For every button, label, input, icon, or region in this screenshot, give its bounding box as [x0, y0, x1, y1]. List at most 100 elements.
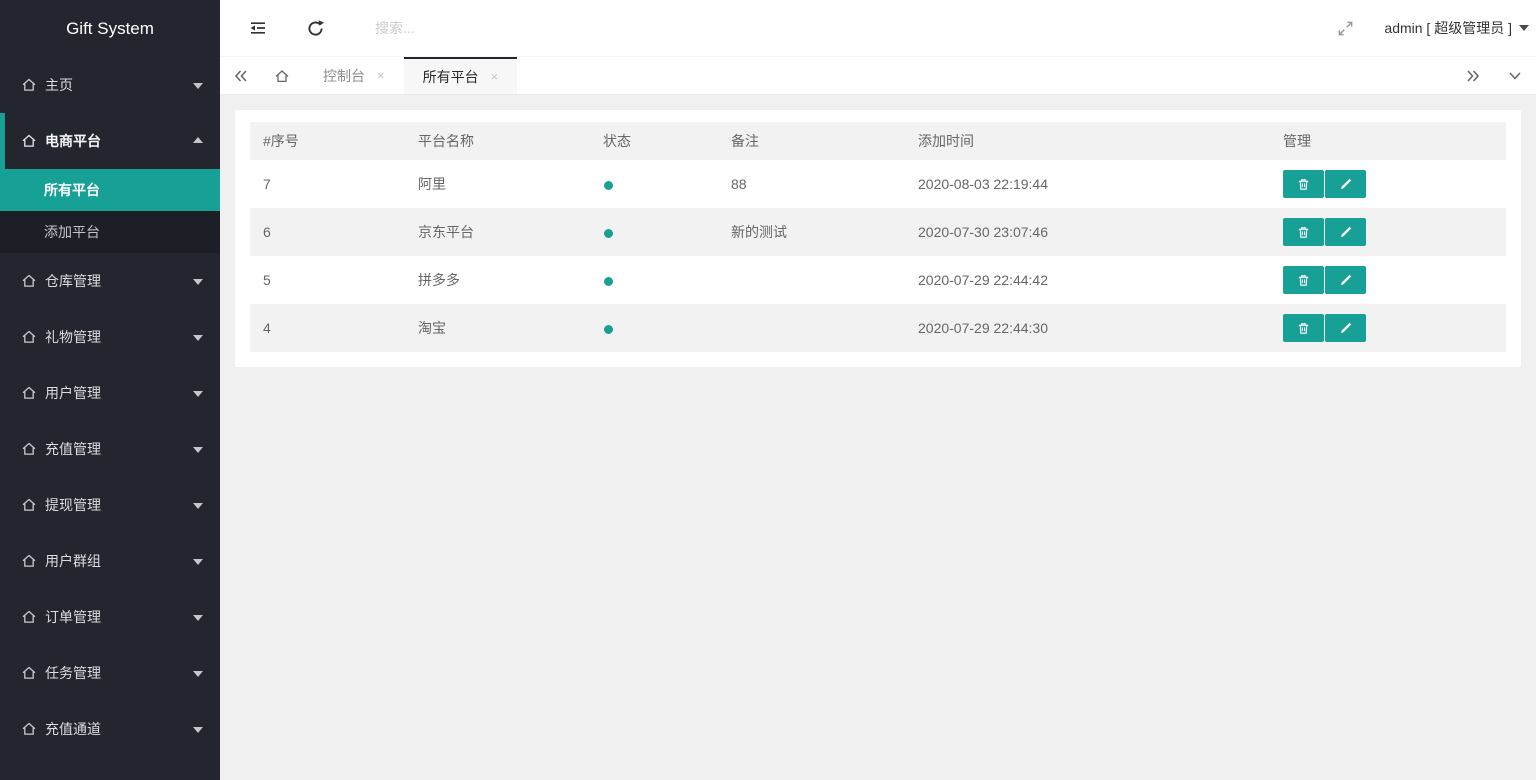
table-row: 5 拼多多 2020-07-29 22:44:42 — [250, 256, 1506, 304]
pencil-icon — [1339, 177, 1353, 191]
chevron-down-icon — [193, 279, 203, 285]
cell-platform-name: 淘宝 — [405, 304, 590, 352]
cell-status — [590, 160, 718, 208]
user-menu[interactable]: admin [ 超级管理员 ] — [1384, 18, 1536, 38]
chevron-down-icon — [193, 559, 203, 565]
cell-seq: 5 — [250, 256, 405, 304]
home-icon — [21, 78, 37, 93]
close-icon[interactable]: × — [491, 70, 499, 83]
sidebar-item-recharge-channel[interactable]: 充值通道 — [0, 701, 220, 757]
pencil-icon — [1339, 321, 1353, 335]
tab-home[interactable] — [260, 57, 304, 94]
sidebar-item-user-mgmt[interactable]: 用户管理 — [0, 365, 220, 421]
sidebar-item-gift-mgmt[interactable]: 礼物管理 — [0, 309, 220, 365]
sidebar-item-label: 仓库管理 — [45, 273, 101, 289]
sidebar-item-user-groups[interactable]: 用户群组 — [0, 533, 220, 589]
tabs-scroll-left-button[interactable] — [220, 57, 260, 94]
home-icon — [21, 610, 37, 625]
content-area: #序号 平台名称 状态 备注 添加时间 管理 7 阿里 88 2020-08- — [220, 95, 1536, 780]
edit-button[interactable] — [1325, 218, 1366, 246]
delete-button[interactable] — [1283, 170, 1324, 198]
status-dot — [604, 229, 613, 238]
sidebar-item-order-mgmt[interactable]: 订单管理 — [0, 589, 220, 645]
cell-added-time: 2020-07-30 23:07:46 — [905, 208, 1270, 256]
tabbar-right — [1452, 57, 1536, 94]
cell-status — [590, 208, 718, 256]
sidebar-item-label: 礼物管理 — [45, 329, 101, 345]
cell-seq: 6 — [250, 208, 405, 256]
home-icon — [21, 442, 37, 457]
home-icon — [21, 274, 37, 289]
home-icon — [21, 386, 37, 401]
cell-remark — [718, 304, 905, 352]
edit-button[interactable] — [1325, 314, 1366, 342]
trash-icon — [1296, 225, 1311, 240]
sidebar-subitem-add-platform[interactable]: 添加平台 — [0, 211, 220, 253]
fullscreen-button[interactable] — [1333, 16, 1357, 40]
sidebar-item-warehouse-mgmt[interactable]: 仓库管理 — [0, 253, 220, 309]
home-icon — [21, 722, 37, 737]
chevron-down-icon — [193, 391, 203, 397]
col-header-added-time: 添加时间 — [905, 122, 1270, 160]
cell-status — [590, 304, 718, 352]
cell-manage — [1270, 304, 1506, 352]
trash-icon — [1296, 177, 1311, 192]
cell-platform-name: 拼多多 — [405, 256, 590, 304]
edit-button[interactable] — [1325, 266, 1366, 294]
chevron-down-icon — [193, 83, 203, 89]
tab-console[interactable]: 控制台 × — [304, 57, 404, 94]
cell-status — [590, 256, 718, 304]
chevron-down-icon — [193, 727, 203, 733]
sidebar-item-label: 充值通道 — [45, 721, 101, 737]
sidebar-item-withdraw-mgmt[interactable]: 提现管理 — [0, 477, 220, 533]
delete-button[interactable] — [1283, 266, 1324, 294]
status-dot — [604, 181, 613, 190]
delete-button[interactable] — [1283, 218, 1324, 246]
refresh-button[interactable] — [303, 16, 327, 40]
double-chevron-right-icon — [1466, 69, 1481, 83]
close-icon[interactable]: × — [377, 69, 385, 82]
tabs-menu-button[interactable] — [1494, 57, 1536, 94]
cell-added-time: 2020-07-29 22:44:42 — [905, 256, 1270, 304]
trash-icon — [1296, 273, 1311, 288]
table-header-row: #序号 平台名称 状态 备注 添加时间 管理 — [250, 122, 1506, 160]
sidebar-item-recharge-mgmt[interactable]: 充值管理 — [0, 421, 220, 477]
table-row: 7 阿里 88 2020-08-03 22:19:44 — [250, 160, 1506, 208]
chevron-down-icon — [1508, 69, 1522, 82]
refresh-icon — [306, 19, 325, 38]
cell-added-time: 2020-08-03 22:19:44 — [905, 160, 1270, 208]
sidebar-item-home[interactable]: 主页 — [0, 57, 220, 113]
cell-added-time: 2020-07-29 22:44:30 — [905, 304, 1270, 352]
tab-all-platforms[interactable]: 所有平台 × — [404, 57, 518, 94]
tab-label: 控制台 — [323, 66, 365, 86]
sidebar-submenu: 所有平台 添加平台 — [0, 169, 220, 253]
sidebar: Gift System 主页 电商平台 所有平台 添加平台 仓库管理 礼物 — [0, 0, 220, 780]
tab-label: 所有平台 — [423, 67, 479, 87]
tabs-scroll-right-button[interactable] — [1452, 57, 1494, 94]
col-header-manage: 管理 — [1270, 122, 1506, 160]
sidebar-item-ecommerce-platform[interactable]: 电商平台 — [0, 113, 220, 169]
main-area: admin [ 超级管理员 ] 控制台 × 所有平台 × — [220, 0, 1536, 780]
user-label: admin [ 超级管理员 ] — [1384, 18, 1512, 38]
delete-button[interactable] — [1283, 314, 1324, 342]
home-icon — [21, 330, 37, 345]
platforms-table: #序号 平台名称 状态 备注 添加时间 管理 7 阿里 88 2020-08- — [250, 122, 1506, 352]
caret-down-icon — [1519, 25, 1529, 31]
topbar-right: admin [ 超级管理员 ] — [1333, 16, 1536, 40]
chevron-down-icon — [193, 615, 203, 621]
sidebar-subitem-all-platforms[interactable]: 所有平台 — [0, 169, 220, 211]
cell-platform-name: 京东平台 — [405, 208, 590, 256]
chevron-up-icon — [193, 137, 203, 143]
search-input[interactable] — [375, 20, 795, 36]
sidebar-item-label: 订单管理 — [45, 609, 101, 625]
sidebar-item-task-mgmt[interactable]: 任务管理 — [0, 645, 220, 701]
sidebar-subitem-label: 所有平台 — [44, 182, 100, 198]
tabbar: 控制台 × 所有平台 × — [220, 57, 1536, 95]
collapse-menu-icon — [248, 20, 268, 36]
topbar: admin [ 超级管理员 ] — [220, 0, 1536, 57]
sidebar-collapse-button[interactable] — [246, 16, 270, 40]
cell-platform-name: 阿里 — [405, 160, 590, 208]
edit-button[interactable] — [1325, 170, 1366, 198]
cell-remark: 新的测试 — [718, 208, 905, 256]
status-dot — [604, 325, 613, 334]
